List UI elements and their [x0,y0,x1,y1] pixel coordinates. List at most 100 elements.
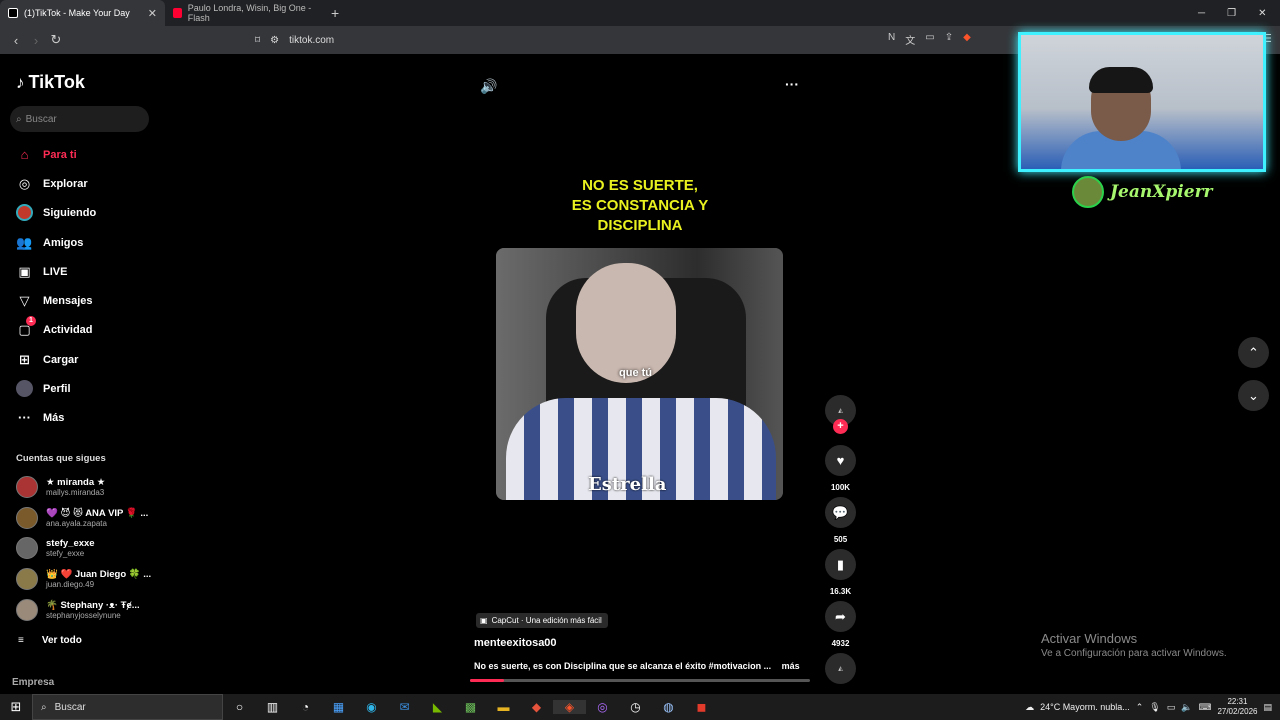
store-icon[interactable]: ▦ [322,700,355,714]
nav-explorar[interactable]: ◎ Explorar [16,175,88,192]
tab-youtube[interactable]: Paulo Londra, Wisin, Big One - Flash [165,0,325,26]
app-icon[interactable]: ◆ [520,700,553,714]
file-explorer-icon[interactable]: ▬ [487,700,520,714]
see-all-button[interactable]: ≡ Ver todo [18,635,82,646]
assistant-icon[interactable]: ◔ [289,700,322,714]
activity-icon: ▢ 1 [16,316,36,338]
save-action[interactable]: ▮ 16.3K [825,549,856,596]
nav-actividad[interactable]: ▢ 1 Actividad [16,316,93,338]
compass-icon: ◎ [18,175,31,191]
clock[interactable]: 22:31 27/02/2026 [1217,697,1257,717]
weather-icon[interactable]: ☁ [1025,702,1034,713]
cortana-icon[interactable]: ○ [223,700,256,714]
next-video-button[interactable]: ⌄ [1238,380,1269,411]
back-icon[interactable]: ‹ [6,33,26,48]
following-account[interactable]: ★ miranda ★ mallys.miranda3 [16,476,105,498]
like-action[interactable]: ♥ 100K [825,445,856,492]
edge-icon[interactable]: ◉ [355,700,388,714]
tray-chevron-icon[interactable]: ⌃ [1136,702,1144,713]
speaker-icon[interactable]: 🔈 [1181,702,1192,713]
share-icon[interactable]: ⇪ [945,32,953,47]
sidebar: ♪ TikTok ⌕ Buscar ⌂ Para ti ◎ Explorar S… [0,54,160,694]
avatar [16,537,38,559]
video-progress-bar[interactable] [470,679,810,682]
brave-shield-icon[interactable]: ◆ [963,32,971,47]
bookmark-icon[interactable]: ⌑ [255,35,260,46]
site-info-icon[interactable]: ⚙ [270,35,279,46]
close-icon[interactable]: ✕ [148,7,157,20]
streamer-name: JeanXpierr [1110,182,1213,202]
following-account[interactable]: 🌴 Stephany ·ᴥ· Ŧɇ... stephanyjosselynune [16,599,140,621]
clock-app-icon[interactable]: ◷ [619,700,652,714]
taskbar-search-input[interactable]: ⌕ Buscar [32,694,223,720]
share-action[interactable]: ➦ 4932 [825,601,856,648]
capcut-tag[interactable]: ▣ CapCut · Una edición más fácil [476,613,608,628]
tiktok-logo[interactable]: ♪ TikTok [16,72,85,93]
following-account[interactable]: 💜 😈 😻 ANA VIP 🌹 ... ana.ayala.zapata [16,507,148,529]
nav-perfil[interactable]: Perfil [16,380,71,397]
nav-live[interactable]: ▣ LIVE [16,263,67,280]
nav-siguiendo[interactable]: Siguiendo [16,204,96,221]
brave-icon[interactable]: ◈ [553,700,586,714]
nav-mas[interactable]: ··· Más [16,409,64,426]
screen-icon[interactable]: ▭ [925,32,934,47]
dota-icon[interactable]: ◼ [685,700,718,714]
search-input[interactable]: ⌕ Buscar [10,106,149,132]
reload-icon[interactable]: ↻ [46,32,66,48]
more-options-icon[interactable]: ··· [785,76,799,92]
task-view-icon[interactable]: ▥ [256,700,289,714]
comment-icon[interactable]: 💬 [825,497,856,528]
bookmark-icon[interactable]: ▮ [825,549,856,580]
forward-icon[interactable]: › [26,33,46,48]
close-window-icon[interactable]: ✕ [1258,8,1266,19]
sound-disc-button[interactable]: ◭ [825,653,856,684]
share-arrow-icon[interactable]: ➦ [825,601,856,632]
follow-plus-button[interactable]: + [833,419,848,434]
like-count: 100K [830,483,851,492]
minimize-icon[interactable]: ─ [1198,8,1205,19]
windows-start-icon[interactable]: ⊞ [0,699,32,715]
nav-label: Para ti [43,148,77,161]
restore-icon[interactable]: ❐ [1227,8,1236,19]
no-tracking-icon[interactable]: N [888,32,895,47]
translate-icon[interactable]: 文 [905,32,915,47]
url-field[interactable]: ⌑ ⚙ tiktok.com [255,30,334,50]
language-icon[interactable]: ⌨ [1198,702,1211,713]
comment-count: 505 [833,535,848,544]
nav-label: Cargar [43,353,79,366]
video-person-head [576,263,676,383]
comment-action[interactable]: 💬 505 [825,497,856,544]
video-description: No es suerte, es con Disciplina que se a… [474,661,800,671]
video-progress-fill [470,679,504,682]
steam-icon[interactable]: ◍ [652,700,685,714]
video-author[interactable]: menteexitosa00 [474,637,557,649]
new-tab-button[interactable]: + [331,5,339,21]
account-handle: juan.diego.49 [46,580,95,589]
video-player[interactable]: Estrella que tú [496,248,783,500]
avatar [16,568,38,590]
volume-icon[interactable]: 🔊 [480,78,497,95]
plus-square-icon: ⊞ [19,351,30,367]
network-icon[interactable]: ▭ [1167,702,1176,713]
company-link[interactable]: Empresa [12,677,54,688]
microphone-icon[interactable]: 🎙 [1149,702,1160,713]
activate-title: Activar Windows [1041,631,1138,646]
following-account[interactable]: stefy_exxe stefy_exxe [16,537,95,559]
nav-amigos[interactable]: 👥 Amigos [16,234,83,251]
mail-icon[interactable]: ✉ [388,700,421,714]
previous-video-button[interactable]: ⌃ [1238,337,1269,368]
heart-icon[interactable]: ♥ [825,445,856,476]
save-count: 16.3K [829,587,852,596]
nav-cargar[interactable]: ⊞ Cargar [16,351,78,368]
more-text-button[interactable]: más [782,661,800,671]
following-account[interactable]: 👑 ❤️ Juan Diego 🍀 ... juan.diego.49 [16,568,151,590]
tab-tiktok[interactable]: (1)TikTok - Make Your Day ✕ [0,0,165,26]
notifications-icon[interactable]: ▤ [1263,702,1272,713]
list-icon: ≡ [18,635,24,646]
weather-text[interactable]: 24°C Mayorm. nubla... [1040,702,1130,712]
nav-para-ti[interactable]: ⌂ Para ti [16,146,77,163]
game-app-icon[interactable]: ▩ [454,700,487,714]
nvidia-icon[interactable]: ◣ [421,700,454,714]
nav-mensajes[interactable]: ▽ Mensajes [16,292,93,309]
obs-icon[interactable]: ◎ [586,700,619,714]
